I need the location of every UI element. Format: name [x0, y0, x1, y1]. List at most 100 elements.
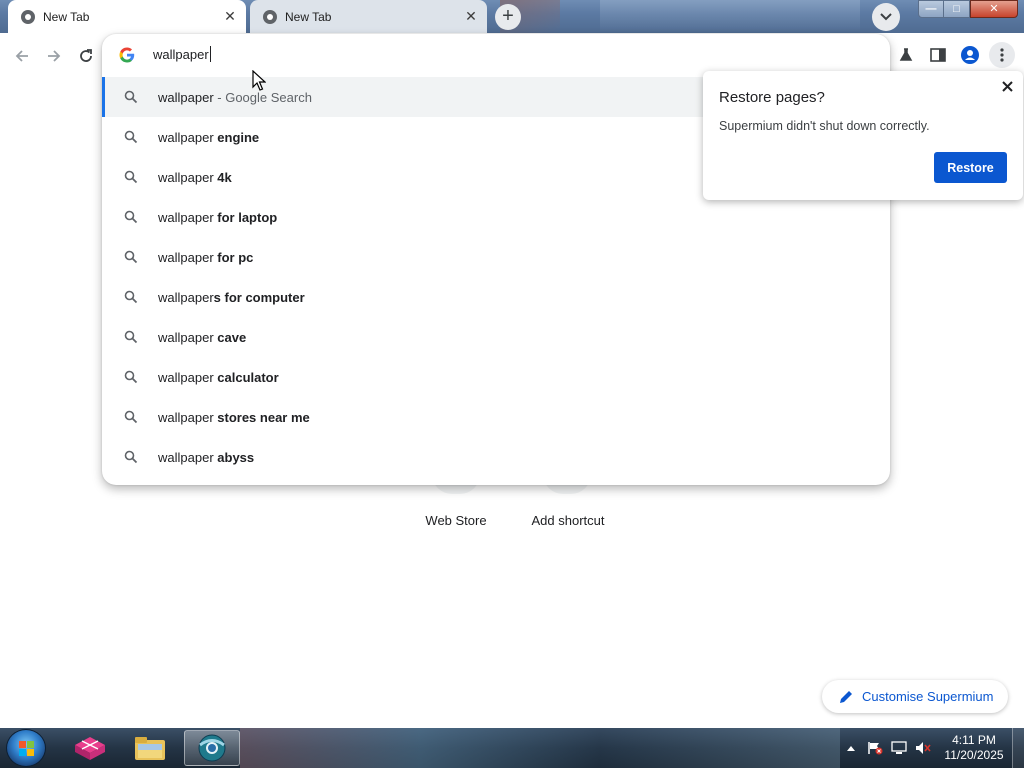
mouse-pointer-icon [252, 70, 266, 91]
arrow-right-icon [48, 50, 61, 62]
suggestion-text: wallpaper stores near me [158, 410, 310, 425]
customise-button[interactable]: Customise Supermium [822, 680, 1008, 713]
tab-new-tab-inactive[interactable]: New Tab ✕ [250, 0, 487, 33]
avatar-icon [961, 46, 979, 64]
google-icon [119, 47, 135, 63]
suggestion-completion: abyss [213, 449, 255, 465]
taskbar-app-file-explorer[interactable] [122, 730, 178, 766]
shortcut-label-add-shortcut[interactable]: Add shortcut [513, 513, 623, 528]
dialog-close-button[interactable] [997, 76, 1017, 96]
new-tab-button[interactable]: + [495, 4, 521, 30]
suggestion-prefix: wallpaper [158, 409, 214, 425]
forward-button[interactable] [42, 44, 66, 68]
suggestion-prefix: wallpaper [158, 209, 214, 225]
back-button[interactable] [10, 44, 34, 68]
suggestion-item[interactable]: wallpaper for laptop [102, 197, 890, 237]
pencil-icon [840, 690, 852, 703]
omnibox-text: wallpaper [153, 47, 209, 62]
tab-close-icon[interactable]: ✕ [461, 7, 481, 27]
action-center-tray[interactable] [865, 728, 885, 768]
close-icon: ✕ [989, 3, 999, 15]
start-button[interactable] [6, 729, 46, 767]
clock-time: 4:11 PM [952, 733, 996, 747]
close-window-button[interactable]: ✕ [970, 0, 1018, 18]
suggestion-prefix: wallpaper [158, 89, 214, 105]
labs-button[interactable] [894, 42, 918, 68]
minimize-button[interactable]: — [918, 0, 944, 18]
suggestion-completion: engine [213, 129, 260, 145]
restore-button[interactable]: Restore [934, 152, 1007, 183]
flask-icon [899, 48, 913, 61]
close-icon [1001, 80, 1013, 92]
network-tray[interactable] [889, 728, 909, 768]
minimize-icon: — [925, 3, 937, 15]
search-icon [124, 170, 138, 184]
suggestion-prefix: wallpaper [158, 249, 214, 265]
suggestion-text: wallpaper abyss [158, 450, 254, 465]
suggestion-completion: stores near me [213, 409, 310, 425]
customise-label: Customise Supermium [862, 689, 994, 704]
search-icon [124, 210, 138, 224]
search-icon [124, 130, 138, 144]
window-backdrop-glow [600, 0, 860, 33]
suggestion-item[interactable]: wallpaper cave [102, 317, 890, 357]
taskbar: 4:11 PM 11/20/2025 [0, 728, 1024, 768]
taskbar-clock[interactable]: 4:11 PM 11/20/2025 [936, 733, 1012, 763]
chrome-favicon-icon [263, 9, 277, 24]
restore-pages-dialog: Restore pages? Supermium didn't shut dow… [703, 71, 1023, 200]
tab-title: New Tab [285, 9, 332, 24]
tab-title: New Tab [43, 9, 90, 24]
suggestion-text: wallpaper for pc [158, 250, 253, 265]
text-caret [209, 46, 211, 62]
suggestion-item[interactable]: wallpaper stores near me [102, 397, 890, 437]
network-icon [891, 741, 907, 754]
profile-button[interactable] [957, 42, 983, 68]
show-desktop-button[interactable] [1012, 728, 1024, 768]
tab-search-button[interactable] [872, 3, 900, 31]
reload-button[interactable] [74, 44, 98, 68]
show-hidden-icons-button[interactable] [844, 728, 858, 768]
suggestion-prefix: wallpaper [158, 369, 214, 385]
arrow-left-icon [15, 50, 28, 62]
suggestion-text: wallpaper - Google Search [158, 90, 312, 105]
suggestion-item[interactable]: wallpapers for computer [102, 277, 890, 317]
taskbar-backdrop [240, 728, 840, 768]
volume-tray[interactable] [913, 728, 933, 768]
suggestion-completion: cave [213, 329, 247, 345]
supermium-icon [198, 734, 226, 762]
suggestion-completion: s for computer [213, 289, 305, 305]
suggestion-prefix: wallpaper [158, 169, 214, 185]
reload-icon [80, 49, 92, 62]
dialog-title: Restore pages? [719, 89, 825, 106]
search-icon [124, 290, 138, 304]
shortcut-label-web-store[interactable]: Web Store [401, 513, 511, 528]
tab-close-icon[interactable]: ✕ [220, 7, 240, 27]
search-icon [124, 330, 138, 344]
suggestion-text: wallpapers for computer [158, 290, 305, 305]
flag-alert-icon [868, 742, 883, 755]
suggestion-text: wallpaper engine [158, 130, 259, 145]
maximize-button[interactable]: □ [944, 0, 970, 18]
suggestion-prefix: wallpaper [158, 289, 214, 305]
tab-new-tab-active[interactable]: New Tab ✕ [8, 0, 246, 33]
suggestion-text: wallpaper for laptop [158, 210, 277, 225]
more-vert-icon [1000, 48, 1004, 62]
search-icon [124, 450, 138, 464]
suggestion-completion: 4k [213, 169, 232, 185]
omnibox-input[interactable]: wallpaper [153, 46, 211, 62]
folder-icon [135, 737, 165, 760]
taskbar-app-cube[interactable] [62, 730, 118, 766]
chevron-up-icon [847, 745, 855, 751]
suggestion-item[interactable]: wallpaper abyss [102, 437, 890, 477]
side-panel-button[interactable] [926, 42, 950, 68]
taskbar-app-supermium[interactable] [184, 730, 240, 766]
suggestion-text: wallpaper calculator [158, 370, 279, 385]
search-icon [124, 370, 138, 384]
search-icon [124, 250, 138, 264]
menu-button[interactable] [989, 42, 1015, 68]
suggestion-item[interactable]: wallpaper for pc [102, 237, 890, 277]
suggestion-item[interactable]: wallpaper calculator [102, 357, 890, 397]
plus-icon: + [502, 5, 514, 27]
suggestion-prefix: wallpaper [158, 329, 214, 345]
suggestion-text: wallpaper 4k [158, 170, 232, 185]
